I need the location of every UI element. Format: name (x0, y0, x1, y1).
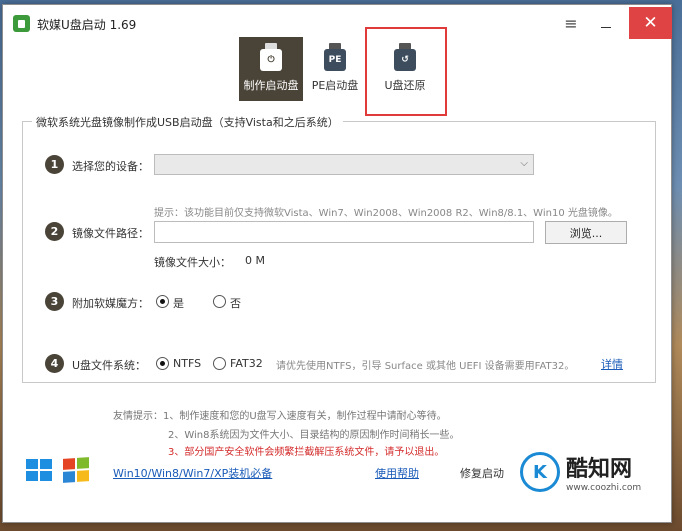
title-bar: 软媒U盘启动 1.69 ≡ ✕ (3, 5, 672, 41)
tab-label: 制作启动盘 (243, 79, 299, 92)
hamburger-icon: ≡ (564, 13, 578, 33)
tip-1: 友情提示：1、制作速度和您的U盘写入速度有关，制作过程中请耐心等待。 (113, 411, 447, 422)
tab-make-boot-disk[interactable]: ⏻ 制作启动盘 (239, 37, 303, 101)
iso-size-label: 镜像文件大小： (154, 256, 231, 269)
iso-support-hint: 提示：该功能目前仅支持微软Vista、Win7、Win2008、Win2008 … (154, 208, 618, 219)
fat32-radio[interactable] (213, 357, 226, 370)
fat32-label: FAT32 (230, 357, 263, 370)
repair-boot-link[interactable]: 修复启动 (460, 465, 504, 481)
highlight-annotation-box (365, 27, 447, 116)
windows7-logo-icon (63, 457, 89, 483)
usb-pe-icon: PE (322, 43, 348, 71)
tab-pe-boot-disk[interactable]: PE PE启动盘 (303, 37, 367, 101)
close-icon: ✕ (643, 13, 658, 33)
watermark-url: www.coozhi.com (566, 483, 642, 493)
watermark-logo-icon: K (520, 452, 560, 492)
step-2-badge: 2 (45, 222, 64, 241)
step-3-badge: 3 (45, 292, 64, 311)
addon-no-radio[interactable] (213, 295, 226, 308)
minimize-icon (601, 27, 611, 28)
tab-label: PE启动盘 (311, 79, 359, 92)
app-logo-icon (13, 15, 30, 32)
minimize-button[interactable] (591, 12, 621, 34)
step-1-badge: 1 (45, 155, 64, 174)
watermark-brand: 酷知网 (566, 456, 633, 482)
details-link[interactable]: 详情 (601, 356, 623, 372)
tip-2: 2、Win8系统因为文件大小、目录结构的原因制作时间稍长一些。 (168, 430, 460, 441)
menu-button[interactable]: ≡ (555, 12, 587, 34)
iso-path-input[interactable] (154, 221, 534, 243)
chevron-down-icon: ⌵ (520, 158, 528, 169)
device-label: 选择您的设备： (72, 160, 149, 173)
watermark: K 酷知网 www.coozhi.com (520, 448, 670, 496)
help-link[interactable]: 使用帮助 (375, 465, 419, 481)
addon-label: 附加软媒魔方： (72, 297, 149, 310)
addon-yes-label: 是 (173, 297, 184, 310)
step-4-badge: 4 (45, 354, 64, 373)
filesystem-hint: 请优先使用NTFS，引导 Surface 或其他 UEFI 设备需要用FAT32… (276, 361, 575, 372)
close-button[interactable]: ✕ (629, 7, 672, 39)
tip-3-warning: 3、部分国产安全软件会频繁拦截解压系统文件，请予以退出。 (168, 447, 445, 458)
ntfs-label: NTFS (173, 357, 202, 370)
addon-yes-radio[interactable] (156, 295, 169, 308)
device-select[interactable]: ⌵ (154, 154, 534, 175)
windows10-logo-icon (26, 459, 52, 481)
filesystem-label: U盘文件系统： (72, 359, 147, 372)
usb-power-icon: ⏻ (258, 43, 284, 71)
group-title: 微软系统光盘镜像制作成USB启动盘（支持Vista和之后系统） (32, 114, 343, 130)
browse-button[interactable]: 浏览... (545, 221, 627, 244)
addon-no-label: 否 (230, 297, 241, 310)
ntfs-radio[interactable] (156, 357, 169, 370)
window-title: 软媒U盘启动 1.69 (37, 18, 137, 32)
iso-path-label: 镜像文件路径： (72, 227, 149, 240)
systems-link[interactable]: Win10/Win8/Win7/XP装机必备 (113, 465, 272, 481)
iso-size-value: 0 M (245, 254, 265, 267)
